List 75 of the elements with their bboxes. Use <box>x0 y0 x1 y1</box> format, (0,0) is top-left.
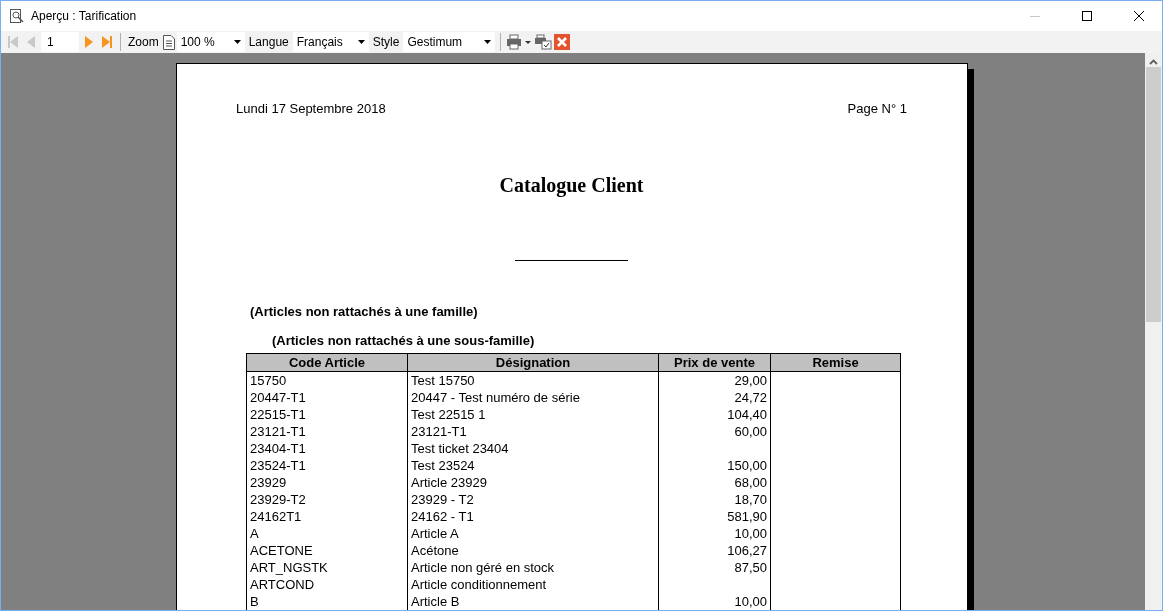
table-cell: Article A <box>408 525 659 542</box>
table-cell: 18,70 <box>659 491 771 508</box>
page-number: Page N° 1 <box>847 101 907 116</box>
page-icon <box>162 34 175 50</box>
table-cell: 23929 <box>247 474 408 491</box>
table-cell: 15750 <box>247 372 408 389</box>
language-dropdown[interactable]: Français <box>292 32 369 52</box>
page-number-field[interactable]: 1 <box>41 32 79 52</box>
minimize-icon <box>1030 15 1040 17</box>
report-title: Catalogue Client <box>498 174 645 197</box>
column-header: Code Article <box>247 354 408 372</box>
table-cell: 24162T1 <box>247 508 408 525</box>
caret-icon <box>484 40 492 44</box>
printer-check-icon <box>534 34 553 50</box>
table-cell: 581,90 <box>659 508 771 525</box>
scroll-up-icon[interactable] <box>1149 59 1158 65</box>
table-cell: Test 15750 <box>408 372 659 389</box>
table-cell: 10,00 <box>659 593 771 610</box>
family-heading: (Articles non rattachés à une famille) <box>249 304 479 319</box>
table-cell: ART_NGSTK <box>247 559 408 576</box>
table-cell: 23404-T1 <box>247 440 408 457</box>
table-cell: 106,27 <box>659 542 771 559</box>
table-cell: 22515-T1 <box>247 406 408 423</box>
zoom-label: Zoom <box>127 35 160 49</box>
caret-icon <box>357 40 365 44</box>
table-cell: ARTCOND <box>247 576 408 593</box>
table-cell: 24,72 <box>659 389 771 406</box>
table-cell: 23929 - T2 <box>408 491 659 508</box>
table-cell: 23929-T2 <box>247 491 408 508</box>
table-cell: 23121-T1 <box>247 423 408 440</box>
scrollbar-thumb[interactable] <box>1146 67 1161 322</box>
table-cell: Test ticket 23404 <box>408 440 659 457</box>
table-cell: 24162 - T1 <box>408 508 659 525</box>
report-date: Lundi 17 Septembre 2018 <box>236 101 386 116</box>
right-arrow-icon <box>100 34 114 50</box>
table-cell: 60,00 <box>659 423 771 440</box>
language-label: Langue <box>247 35 290 49</box>
close-icon <box>554 34 571 50</box>
table-cell: 150,00 <box>659 457 771 474</box>
style-dropdown[interactable]: Gestimum <box>403 32 496 52</box>
table-cell: A <box>247 525 408 542</box>
column-header: Prix de vente <box>659 354 771 372</box>
close-preview-button[interactable] <box>554 32 571 52</box>
scrollbar[interactable] <box>1145 53 1162 610</box>
column-header: Remise <box>771 354 900 372</box>
window-title: Aperçu : Tarification <box>31 9 138 23</box>
table-cell: Article B <box>408 593 659 610</box>
table-cell: 68,00 <box>659 474 771 491</box>
column-header: Désignation <box>408 354 659 372</box>
style-label: Style <box>371 35 401 49</box>
table-cell: 23524-T1 <box>247 457 408 474</box>
table-cell: 104,40 <box>659 406 771 423</box>
table-cell: ACETONE <box>247 542 408 559</box>
maximize-icon <box>1082 11 1092 21</box>
table-cell: 20447 - Test numéro de série <box>408 389 659 406</box>
caret-icon <box>233 40 241 44</box>
table-cell: Article 23929 <box>408 474 659 491</box>
preview-icon <box>9 8 25 24</box>
table-cell: B <box>247 593 408 610</box>
table-cell: 20447-T1 <box>247 389 408 406</box>
print-button[interactable] <box>506 32 533 52</box>
table-cell: Article conditionnement <box>408 576 659 593</box>
table-cell: Article non géré en stock <box>408 559 659 576</box>
printer-icon <box>506 34 533 50</box>
table-cell: 29,00 <box>659 372 771 389</box>
table-cell: 87,50 <box>659 559 771 576</box>
print-setup-button[interactable] <box>534 32 553 52</box>
table-cell: 10,00 <box>659 525 771 542</box>
table-cell: Acétone <box>408 542 659 559</box>
table-cell: Test 23524 <box>408 457 659 474</box>
close-icon <box>1134 11 1144 21</box>
table-cell: Test 22515 1 <box>408 406 659 423</box>
subfamily-heading: (Articles non rattachés à une sous-famille) <box>271 333 536 348</box>
table-cell: 23121-T1 <box>408 423 659 440</box>
left-arrow-icon <box>6 34 20 50</box>
